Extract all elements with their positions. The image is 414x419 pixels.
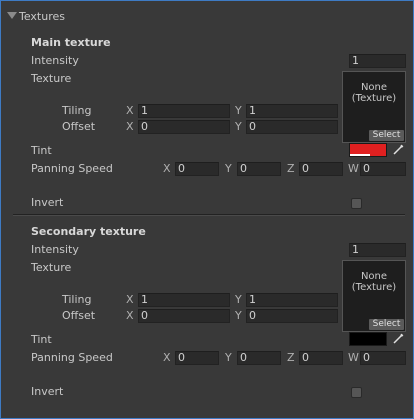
foldout-title[interactable]: Textures — [19, 10, 65, 23]
main-pan-x-axis: X — [163, 162, 171, 175]
main-texture-title: Main texture — [31, 36, 111, 49]
main-pan-y-axis: Y — [225, 162, 232, 175]
secondary-pan-z-field[interactable]: 0 — [299, 351, 343, 365]
secondary-tiling-y-axis: Y — [235, 293, 242, 306]
main-pan-w-axis: W — [348, 162, 359, 175]
secondary-offset-x-axis: X — [126, 309, 134, 322]
secondary-invert-label: Invert — [31, 385, 64, 398]
secondary-pan-x-field[interactable]: 0 — [175, 351, 219, 365]
secondary-intensity-field[interactable]: 1 — [349, 243, 406, 257]
secondary-pan-w-field[interactable]: 0 — [360, 351, 406, 365]
secondary-tint-label: Tint — [31, 333, 52, 346]
secondary-pan-w-axis: W — [348, 351, 359, 364]
secondary-offset-label: Offset — [62, 309, 96, 322]
main-pan-x-field[interactable]: 0 — [175, 162, 219, 176]
main-tint-alpha-bar — [350, 154, 370, 156]
main-texture-slot[interactable]: None (Texture) Select — [342, 71, 406, 143]
secondary-texture-title: Secondary texture — [31, 225, 146, 238]
main-panning-label: Panning Speed — [31, 162, 113, 175]
secondary-texture-none-text: None — [360, 271, 388, 282]
secondary-tiling-x-axis: X — [126, 293, 134, 306]
main-offset-y-axis: Y — [235, 120, 242, 133]
main-texture-label: Texture — [31, 72, 72, 85]
secondary-pan-x-axis: X — [163, 351, 171, 364]
section-divider — [13, 214, 405, 216]
secondary-tiling-label: Tiling — [62, 293, 92, 306]
main-texture-none-text: None — [360, 82, 388, 93]
secondary-pan-z-axis: Z — [287, 351, 295, 364]
secondary-tint-swatch[interactable] — [349, 332, 387, 346]
main-tiling-x-axis: X — [126, 104, 134, 117]
main-intensity-label: Intensity — [31, 54, 79, 67]
secondary-texture-type-text: (Texture) — [351, 282, 397, 293]
main-tiling-label: Tiling — [62, 104, 92, 117]
main-offset-label: Offset — [62, 120, 96, 133]
main-pan-z-field[interactable]: 0 — [299, 162, 343, 176]
main-pan-z-axis: Z — [287, 162, 295, 175]
secondary-tiling-x-field[interactable]: 1 — [138, 293, 230, 307]
main-pan-w-field[interactable]: 0 — [360, 162, 406, 176]
secondary-texture-slot[interactable]: None (Texture) Select — [342, 260, 406, 332]
secondary-offset-y-field[interactable]: 0 — [246, 309, 338, 323]
main-offset-y-field[interactable]: 0 — [246, 120, 338, 134]
main-invert-checkbox[interactable] — [351, 198, 362, 209]
secondary-intensity-label: Intensity — [31, 243, 79, 256]
foldout-arrow-icon[interactable] — [7, 12, 17, 19]
main-tint-label: Tint — [31, 144, 52, 157]
secondary-pan-y-axis: Y — [225, 351, 232, 364]
main-offset-x-field[interactable]: 0 — [138, 120, 230, 134]
main-offset-x-axis: X — [126, 120, 134, 133]
secondary-eyedropper-icon[interactable] — [392, 333, 404, 345]
main-tiling-y-field[interactable]: 1 — [246, 104, 338, 118]
secondary-texture-select-button[interactable]: Select — [369, 319, 404, 330]
secondary-pan-y-field[interactable]: 0 — [237, 351, 281, 365]
secondary-texture-label: Texture — [31, 261, 72, 274]
secondary-panning-label: Panning Speed — [31, 351, 113, 364]
main-tiling-y-axis: Y — [235, 104, 242, 117]
secondary-offset-x-field[interactable]: 0 — [138, 309, 230, 323]
main-tint-swatch[interactable] — [349, 143, 387, 157]
main-texture-type-text: (Texture) — [351, 93, 397, 104]
main-texture-select-button[interactable]: Select — [369, 130, 404, 141]
main-tiling-x-field[interactable]: 1 — [138, 104, 230, 118]
secondary-offset-y-axis: Y — [235, 309, 242, 322]
main-eyedropper-icon[interactable] — [392, 144, 404, 156]
inspector-panel: Textures Main texture Intensity 1 Textur… — [0, 0, 414, 419]
main-invert-label: Invert — [31, 196, 64, 209]
secondary-tiling-y-field[interactable]: 1 — [246, 293, 338, 307]
main-pan-y-field[interactable]: 0 — [237, 162, 281, 176]
secondary-invert-checkbox[interactable] — [351, 387, 362, 398]
main-intensity-field[interactable]: 1 — [349, 54, 406, 68]
